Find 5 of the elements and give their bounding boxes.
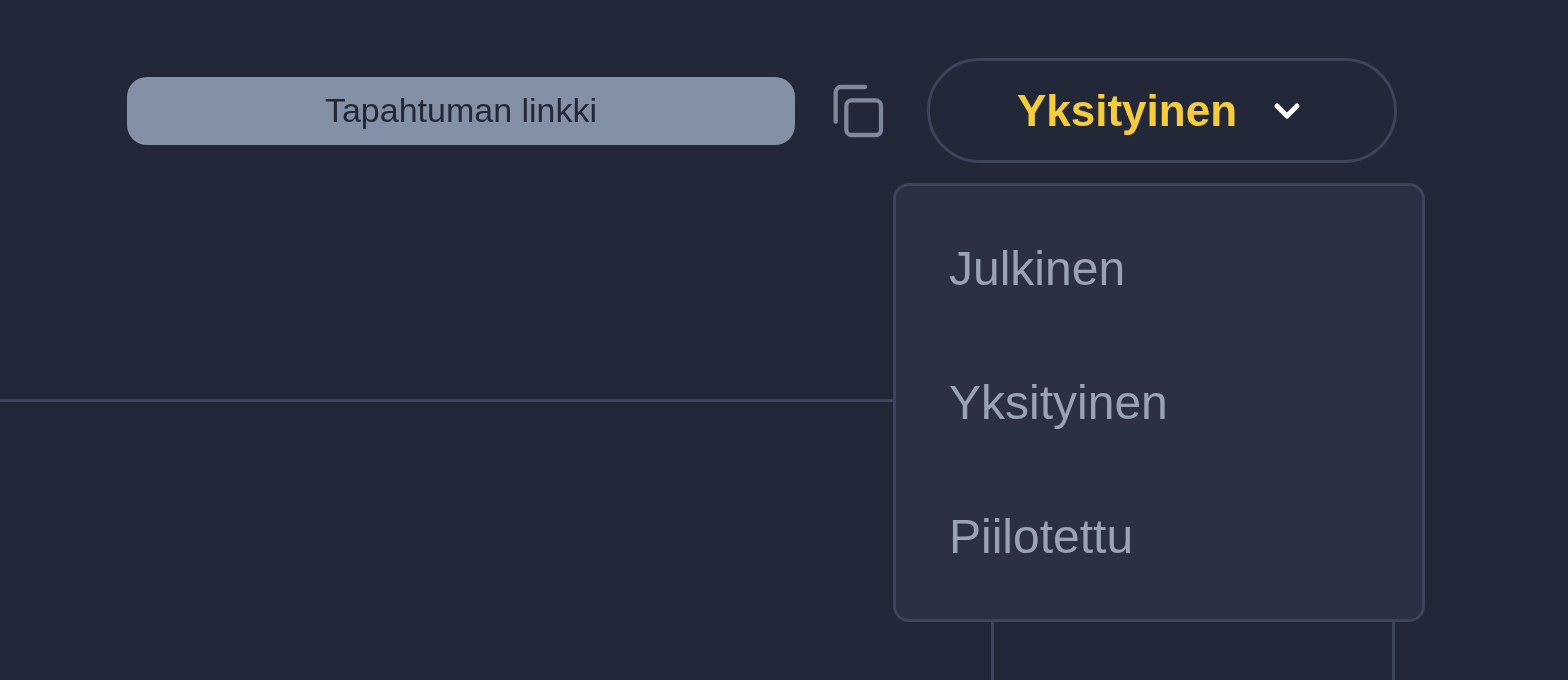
link-field[interactable]: Tapahtuman linkki [127, 76, 795, 145]
menu-item[interactable]: Julkinen [949, 236, 1422, 301]
visibility-dropdown[interactable]: Yksityinen [927, 58, 1397, 163]
menu-item[interactable]: Piilotettu [949, 504, 1422, 569]
menu-item[interactable]: Yksityinen [949, 370, 1422, 435]
